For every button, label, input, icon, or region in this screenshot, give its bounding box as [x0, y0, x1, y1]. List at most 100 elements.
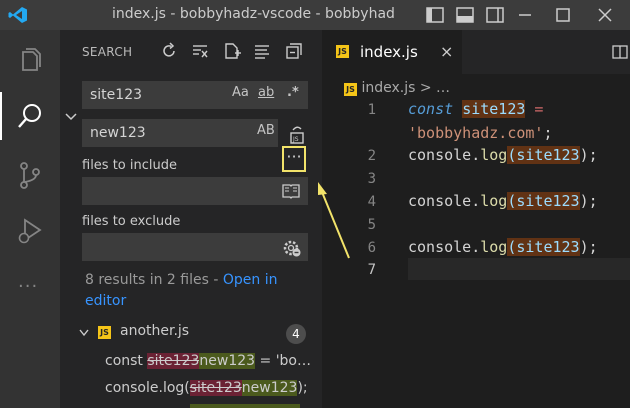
results-count-text: 8 results in 2 files -	[85, 272, 223, 288]
tab-index-js[interactable]: JS index.js ×	[322, 30, 462, 74]
activity-explorer[interactable]	[0, 36, 60, 84]
run-debug-icon	[18, 218, 42, 244]
line-number: 4	[367, 194, 376, 210]
clear-results-icon[interactable]	[191, 42, 209, 60]
new-search-editor-icon[interactable]	[223, 42, 241, 60]
operator: =	[525, 100, 544, 118]
breadcrumb-file[interactable]: index.js	[361, 80, 415, 96]
results-summary: 8 results in 2 files - Open in editor	[85, 270, 315, 312]
files-to-include-input[interactable]	[90, 181, 210, 201]
refresh-icon[interactable]	[160, 42, 178, 60]
line-number: 1	[367, 102, 376, 118]
punctuation: );	[579, 238, 598, 256]
string-literal: 'bobbyhadz.com'	[408, 124, 544, 142]
match-before: console.log(	[105, 380, 190, 396]
toggle-secondary-sidebar-icon[interactable]	[485, 5, 505, 25]
line-number: 7	[367, 262, 376, 278]
result-count-badge: 4	[286, 324, 306, 344]
chevron-down-icon	[79, 329, 89, 337]
use-exclude-settings-icon[interactable]	[282, 238, 302, 258]
title-bar: index.js - bobbyhadz-vscode - bobbyhad	[0, 0, 630, 30]
code-line-wrapped[interactable]: 'bobbyhadz.com';	[408, 124, 553, 142]
result-file-name: another.js	[120, 323, 190, 339]
line-number: 6	[367, 240, 376, 256]
editor-area: JS index.js × JS index.js > … 1 const si…	[322, 30, 630, 408]
collapse-all-icon[interactable]	[285, 42, 303, 60]
more-icon: ···	[18, 276, 39, 297]
files-to-exclude-input[interactable]	[90, 237, 210, 257]
match-after: );	[297, 380, 308, 396]
toggle-sidebar-icon[interactable]	[425, 5, 445, 25]
search-only-open-editors-icon[interactable]	[282, 183, 300, 199]
activity-bar: ···	[0, 30, 60, 408]
search-sidebar: SEARCH Aa ab .* AB	[60, 30, 322, 408]
source-control-icon	[20, 162, 40, 189]
code-line[interactable]: console.log(site123);	[408, 146, 598, 164]
chevron-down-icon[interactable]	[64, 110, 78, 124]
files-to-exclude-box	[82, 233, 308, 261]
punctuation: .	[471, 238, 481, 256]
code-line[interactable]: console.log(site123);	[408, 192, 598, 210]
line-number: 2	[367, 148, 376, 164]
match-removed: site123	[189, 380, 242, 396]
files-to-include-label: files to include	[82, 158, 177, 173]
svg-text:JS: JS	[292, 136, 299, 143]
activity-search[interactable]	[0, 92, 60, 140]
toggle-panel-icon[interactable]	[455, 5, 475, 25]
search-match: site123	[462, 100, 526, 118]
files-to-exclude-label: files to exclude	[82, 214, 181, 229]
files-to-include-box	[82, 177, 308, 205]
match-line[interactable]: console.log(site123new123);	[105, 380, 315, 396]
match-removed: site123	[147, 353, 200, 369]
use-regex-toggle[interactable]: .*	[287, 85, 299, 100]
sidebar-title: SEARCH	[82, 45, 133, 59]
activity-source-control[interactable]	[0, 150, 60, 198]
preserve-case-toggle[interactable]: AB	[257, 123, 275, 138]
punctuation: .	[471, 146, 481, 164]
match-added: new123	[199, 353, 256, 369]
result-file-row[interactable]: JS another.js 4	[78, 322, 318, 346]
replace-all-icon[interactable]: JS	[287, 124, 307, 144]
search-match: site123	[516, 192, 580, 210]
match-before: const	[105, 353, 148, 369]
restore-icon[interactable]	[553, 5, 573, 25]
js-file-icon: JS	[98, 326, 111, 339]
punctuation: );	[579, 192, 598, 210]
replace-box: AB	[82, 119, 278, 147]
search-match: site123	[516, 146, 580, 164]
punctuation: .	[471, 192, 481, 210]
breadcrumb: JS index.js > …	[344, 80, 450, 96]
search-icon	[18, 104, 41, 128]
replace-input[interactable]	[90, 123, 210, 143]
search-input[interactable]	[90, 85, 210, 105]
match-case-toggle[interactable]: Aa	[232, 85, 249, 100]
tab-label: index.js	[360, 43, 418, 61]
punctuation: );	[579, 146, 598, 164]
object: console	[408, 146, 472, 164]
close-window-icon[interactable]	[595, 5, 615, 25]
js-file-icon: JS	[344, 83, 357, 96]
code-line[interactable]: console.log(site123);	[408, 238, 598, 256]
toggle-search-details-button[interactable]: ···	[282, 146, 306, 172]
match-whole-word-toggle[interactable]: ab	[258, 85, 274, 100]
minimize-icon[interactable]	[515, 5, 535, 25]
close-tab-icon[interactable]: ×	[440, 42, 453, 61]
explorer-icon	[22, 48, 41, 71]
breadcrumb-rest[interactable]: > …	[420, 80, 450, 96]
keyword: const	[408, 100, 454, 118]
view-as-tree-icon[interactable]	[253, 42, 271, 60]
activity-run-debug[interactable]	[0, 206, 60, 254]
search-match: site123	[516, 238, 580, 256]
function-name: log	[480, 238, 508, 256]
current-line-highlight	[408, 258, 630, 280]
function-name: log	[480, 146, 508, 164]
code-line[interactable]: const site123 =	[408, 100, 543, 118]
search-box: Aa ab .*	[82, 81, 308, 109]
split-editor-icon[interactable]	[612, 44, 628, 60]
activity-more[interactable]: ···	[0, 270, 60, 318]
match-line[interactable]: const site123new123 = 'bo…	[105, 353, 315, 369]
js-file-icon: JS	[336, 45, 349, 58]
tab-strip: JS index.js ×	[322, 30, 630, 74]
vscode-logo-icon	[8, 7, 27, 23]
match-after: = 'bo…	[255, 353, 312, 369]
